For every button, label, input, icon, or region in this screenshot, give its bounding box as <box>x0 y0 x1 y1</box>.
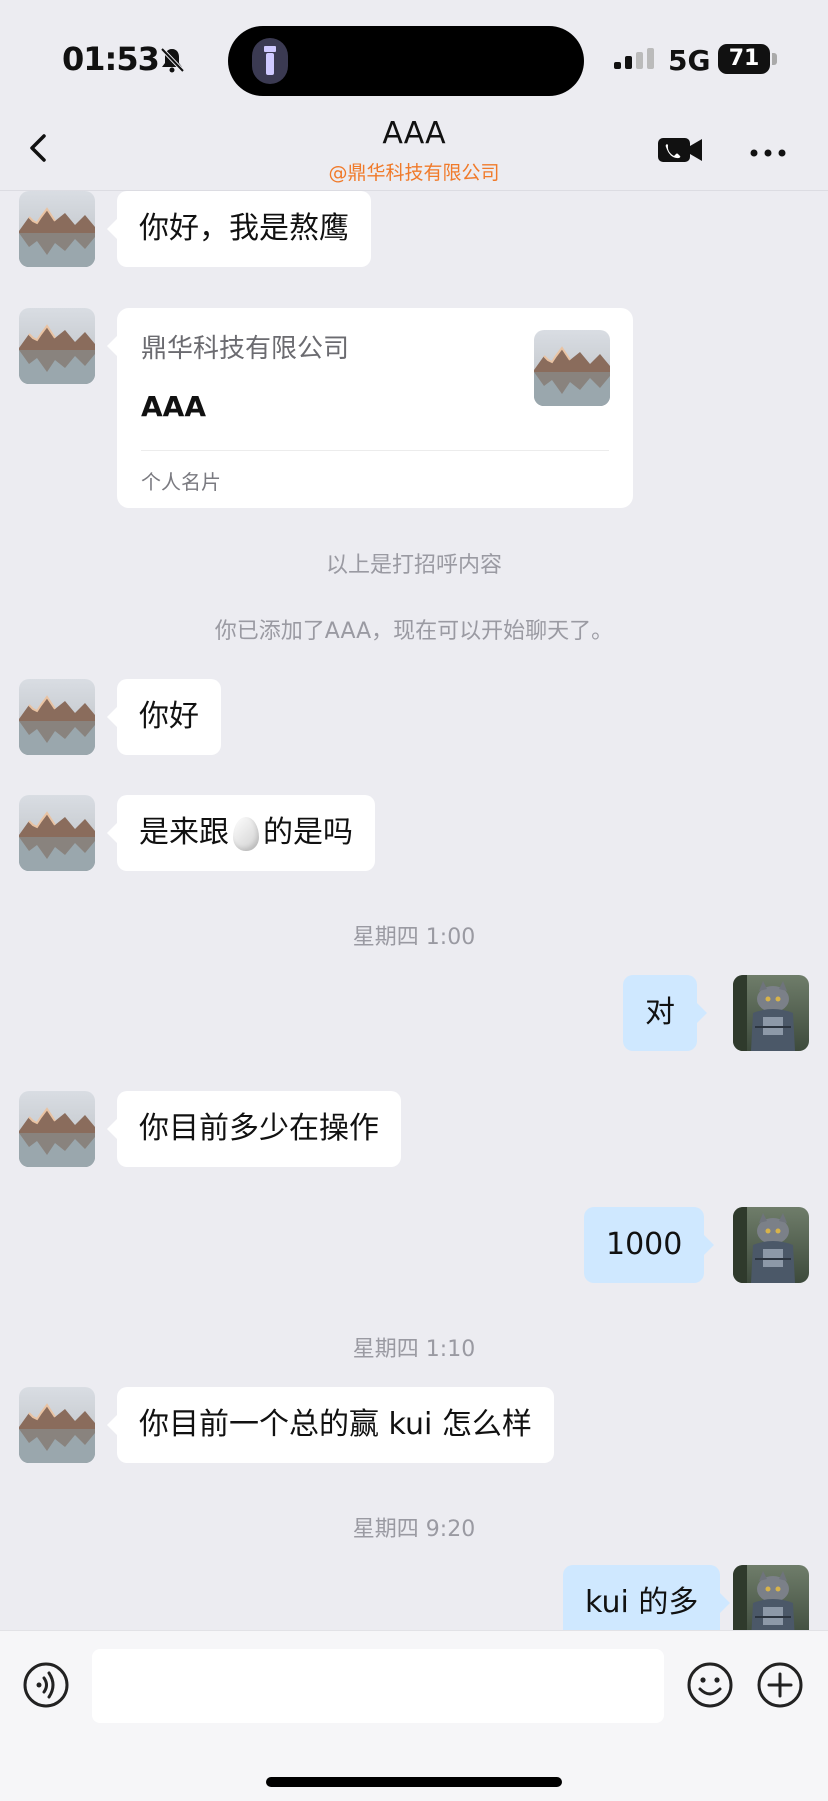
timestamp: 星期四 9:20 <box>352 1517 476 1542</box>
message-bubble-incoming[interactable]: 你目前多少在操作 <box>107 1091 401 1167</box>
self-avatar[interactable] <box>733 1565 809 1630</box>
contact-avatar[interactable] <box>19 1091 95 1167</box>
self-avatar[interactable] <box>733 975 809 1051</box>
contact-avatar[interactable] <box>19 795 95 871</box>
battery-level: 71 <box>718 44 770 74</box>
contact-avatar[interactable] <box>19 679 95 755</box>
contact-avatar[interactable] <box>19 191 95 267</box>
more-icon[interactable] <box>748 144 788 163</box>
message-text: 的是吗 <box>263 815 353 850</box>
message-bubble-incoming[interactable]: 你好，我是熬鹰 <box>107 191 371 267</box>
voice-icon[interactable] <box>22 1661 70 1713</box>
message-bubble-incoming[interactable]: 你目前一个总的赢 kui 怎么样 <box>107 1387 554 1463</box>
chat-header: AAA @鼎华科技有限公司 <box>0 110 828 191</box>
contact-card[interactable]: 鼎华科技有限公司 AAA 个人名片 <box>107 308 633 508</box>
video-call-icon[interactable] <box>656 134 704 170</box>
egg-emoji-icon <box>233 816 259 851</box>
message-list[interactable]: 你好，我是熬鹰 鼎华科技有限公司 AAA 个人名片 以上是打招呼内容 你已添加了… <box>0 191 828 1630</box>
system-notice: 你已添加了AAA，现在可以开始聊天了。 <box>214 619 614 644</box>
flashlight-icon <box>252 38 288 84</box>
status-bar: 01:53 5G 71 <box>0 0 828 110</box>
system-notice: 以上是打招呼内容 <box>325 553 502 578</box>
card-avatar <box>534 330 610 406</box>
emoji-icon[interactable] <box>686 1661 734 1713</box>
contact-avatar[interactable] <box>19 308 95 384</box>
message-bubble-incoming[interactable]: 是来跟 的是吗 <box>107 795 375 871</box>
cellular-signal-icon <box>612 48 660 78</box>
message-bubble-outgoing[interactable]: 对 <box>623 975 707 1051</box>
battery-tip <box>772 53 777 65</box>
message-input[interactable] <box>92 1649 664 1723</box>
contact-avatar[interactable] <box>19 1387 95 1463</box>
message-bubble-outgoing[interactable]: 1000 <box>584 1207 715 1283</box>
input-bar <box>0 1630 828 1801</box>
card-company: 鼎华科技有限公司 <box>141 334 350 364</box>
message-text: 是来跟 <box>139 815 229 850</box>
network-type: 5G <box>668 44 711 77</box>
card-name: AAA <box>141 390 207 423</box>
card-type-label: 个人名片 <box>141 470 221 494</box>
bell-slash-icon <box>158 46 186 74</box>
message-bubble-outgoing[interactable]: kui 的多 <box>563 1565 731 1630</box>
message-bubble-incoming[interactable]: 你好 <box>107 679 221 755</box>
timestamp: 星期四 1:00 <box>352 925 476 950</box>
dynamic-island <box>228 26 584 96</box>
card-divider <box>141 450 609 451</box>
self-avatar[interactable] <box>733 1207 809 1283</box>
home-indicator <box>266 1777 562 1787</box>
plus-icon[interactable] <box>756 1661 804 1713</box>
timestamp: 星期四 1:10 <box>352 1337 476 1362</box>
status-time: 01:53 <box>62 40 160 78</box>
